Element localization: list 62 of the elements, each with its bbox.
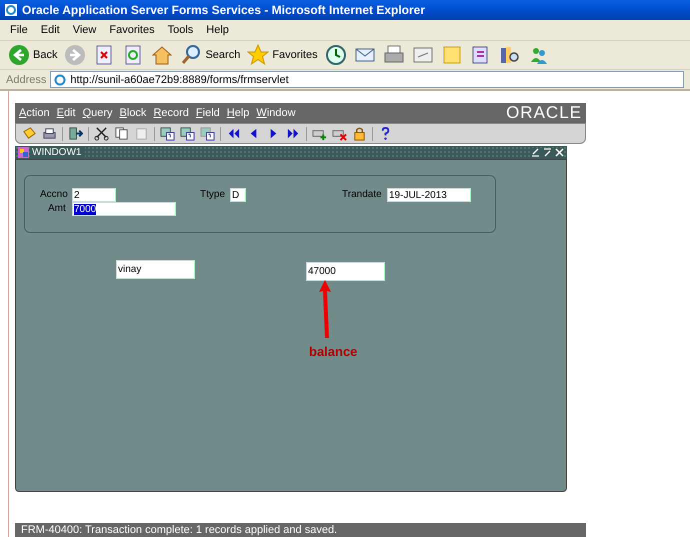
minimize-icon[interactable] xyxy=(531,148,540,157)
printer-icon[interactable] xyxy=(42,126,57,141)
note-icon xyxy=(440,44,463,66)
copy-icon[interactable] xyxy=(114,126,129,141)
menu-item[interactable]: Help xyxy=(226,107,250,119)
menu-item[interactable]: Edit xyxy=(56,107,76,119)
toolbar-icon-button[interactable] xyxy=(498,44,521,66)
menu-item[interactable]: Field xyxy=(196,107,220,119)
last-record-icon[interactable] xyxy=(286,126,301,141)
save-icon[interactable] xyxy=(22,126,37,141)
text-field[interactable]: 2 xyxy=(72,188,116,202)
address-field[interactable]: http://sunil-a60ae72b9:8889/forms/frmservlet xyxy=(50,71,684,88)
page-icon xyxy=(54,74,66,86)
field-label: Accno xyxy=(40,189,68,200)
text-field[interactable]: 47000 xyxy=(306,262,385,281)
address-label: Address xyxy=(6,74,46,86)
exit-door-icon[interactable] xyxy=(68,126,83,141)
toolbar-button[interactable]: Favorites xyxy=(247,44,318,66)
window-icon xyxy=(18,147,29,158)
menu-item[interactable]: Window xyxy=(256,107,296,119)
menu-item[interactable]: Help xyxy=(206,24,229,36)
close-icon[interactable] xyxy=(555,148,564,157)
arrow-icon xyxy=(318,280,332,338)
text-field[interactable]: D xyxy=(230,188,246,202)
books-icon xyxy=(498,44,521,66)
menu-item[interactable]: Block xyxy=(120,107,146,119)
home-icon xyxy=(151,44,174,66)
field-label: Amt xyxy=(48,203,66,214)
menu-item[interactable]: Record xyxy=(153,107,189,119)
window-title: Oracle Application Server Forms Services - Microsoft Internet Explorer xyxy=(22,3,426,17)
field-label: Ttype xyxy=(200,189,226,200)
field-label: Trandate xyxy=(342,189,382,200)
text-field[interactable]: vinay xyxy=(116,260,195,279)
address-url: http://sunil-a60ae72b9:8889/forms/frmservlet xyxy=(70,74,289,86)
annotation-label: balance xyxy=(309,344,358,359)
query-icon[interactable] xyxy=(200,126,215,141)
text-field[interactable]: 19-JUL-2013 xyxy=(387,188,471,202)
menu-item[interactable]: Tools xyxy=(168,24,194,36)
first-record-icon[interactable] xyxy=(226,126,241,141)
query-icon[interactable] xyxy=(160,126,175,141)
search-icon xyxy=(180,44,202,66)
toolbar-button[interactable]: Back xyxy=(8,44,58,66)
lock-icon[interactable] xyxy=(352,126,367,141)
menu-item[interactable]: Action xyxy=(19,107,50,119)
history-icon xyxy=(324,44,347,66)
maximize-icon[interactable] xyxy=(543,148,552,157)
toolbar-icon-button[interactable] xyxy=(324,44,347,66)
status-message: FRM-40400: Transaction complete: 1 records applied and saved. xyxy=(21,524,338,536)
window-title: WINDOW1 xyxy=(32,147,86,158)
menu-item[interactable]: View xyxy=(72,24,96,36)
menu-item[interactable]: Favorites xyxy=(109,24,155,36)
menu-item[interactable]: Edit xyxy=(40,24,60,36)
toolbar-button[interactable]: Search xyxy=(180,44,240,66)
query-icon[interactable] xyxy=(180,126,195,141)
browser-icon xyxy=(4,3,18,17)
menu-item[interactable]: File xyxy=(10,24,28,36)
logo: ORACLE xyxy=(506,103,582,123)
text-field[interactable]: 7000 xyxy=(72,202,176,216)
menu-item[interactable]: Query xyxy=(82,107,113,119)
toolbar-icon-button[interactable] xyxy=(151,44,174,66)
scissors-icon[interactable] xyxy=(94,126,109,141)
star-icon xyxy=(247,44,270,66)
